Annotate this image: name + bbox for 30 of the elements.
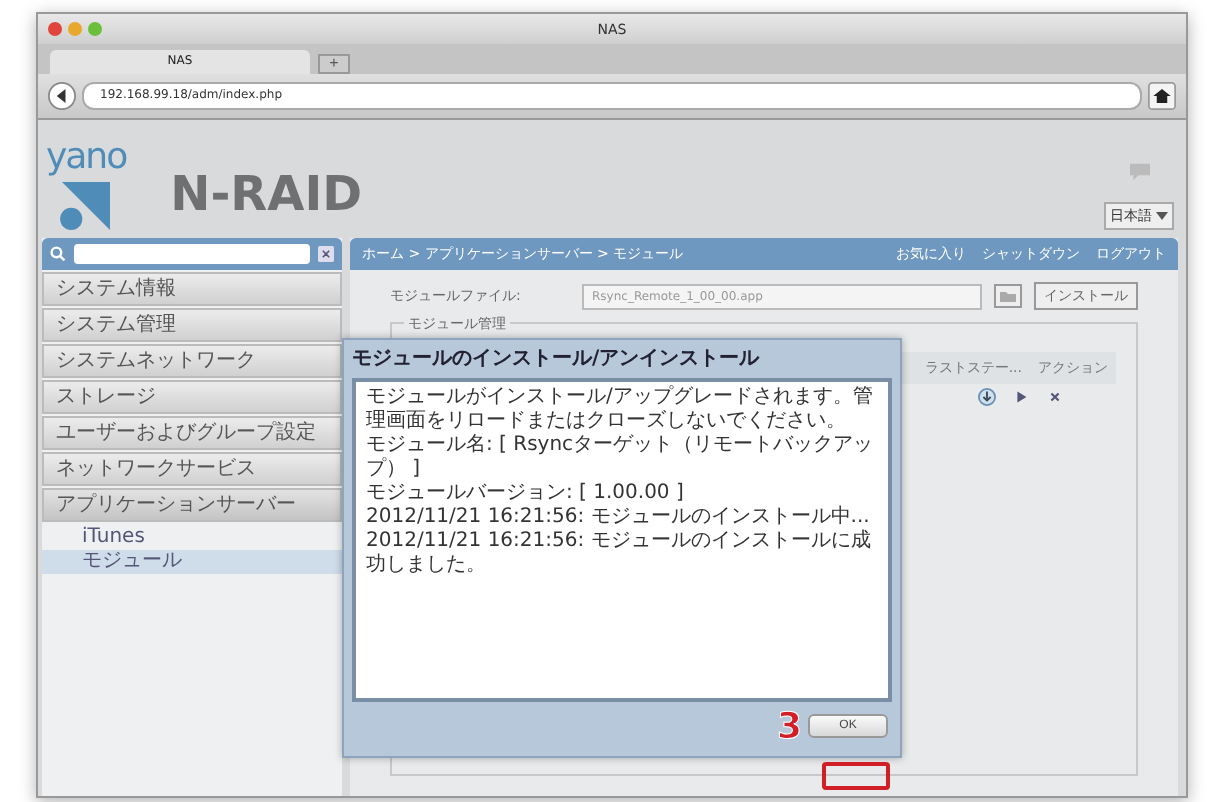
sidebar-item[interactable]: システム管理 [42,308,342,342]
log-line: 2012/11/21 16:21:56: モジュールのインストール中... [366,506,872,529]
product-name: N-RAID [170,166,363,222]
sidebar-item[interactable]: システム情報 [42,272,342,306]
highlight-frame [822,762,890,790]
sidebar-item[interactable]: ネットワークサービス [42,452,342,486]
sidebar-subitem[interactable]: モジュール [42,550,342,574]
step-number: 3 [776,705,802,747]
sidebar-item[interactable]: ストレージ [42,380,342,414]
logo-icon [58,182,115,230]
caret-icon [1156,212,1168,220]
log-line: モジュールバージョン: [ 1.00.00 ] [366,482,686,506]
log-line: モジュール名: [ Rsyncターゲット（リモートバックアップ） ] [366,434,876,482]
sidebar-subitem[interactable]: iTunes [42,526,342,550]
dialog-title: モジュールのインストール/アンインストール [352,346,762,374]
home-icon[interactable] [1148,82,1176,110]
new-tab-button[interactable]: + [318,54,350,74]
sidebar-item[interactable]: ユーザーおよびグループ設定 [42,416,342,450]
sidebar-item[interactable]: システムネットワーク [42,344,342,378]
log-line: モジュールがインストール/アップグレードされます。管理画面をリロードまたはクローズしないでください。 [366,386,875,434]
search-field[interactable] [74,244,310,264]
play-icon[interactable] [1012,388,1030,406]
logo-text: yano [46,140,127,176]
search-icon [50,246,66,262]
sidebar-item[interactable]: アプリケーションサーバー [42,488,342,522]
log-line: 2012/11/21 16:21:56: モジュールのインストールに成功しました。 [366,530,873,578]
clear-icon[interactable] [318,246,334,262]
delete-icon[interactable] [1046,388,1064,406]
close-light-icon[interactable] [48,22,62,36]
back-icon[interactable] [48,82,76,110]
